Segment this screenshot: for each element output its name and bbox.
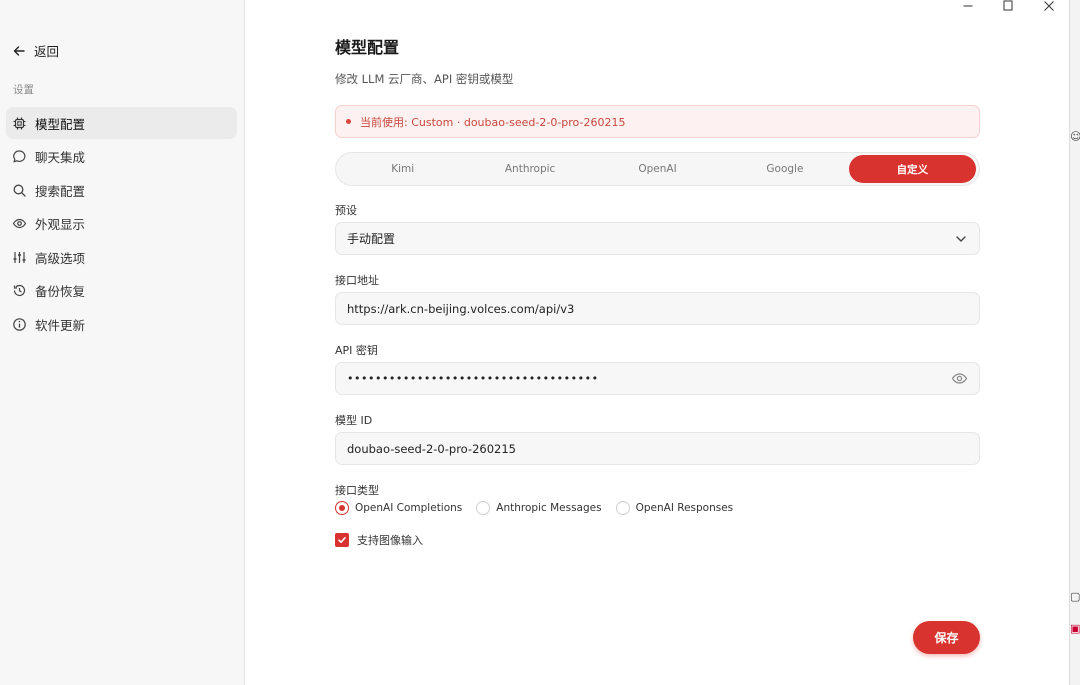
model-id-value: doubao-seed-2-0-pro-260215 xyxy=(347,441,516,456)
preset-select[interactable]: 手动配置 xyxy=(335,222,980,255)
api-key-value: •••••••••••••••••••••••••••••••••••• xyxy=(347,372,599,385)
api-key-label: API 密钥 xyxy=(335,344,378,357)
tab-google[interactable]: Google xyxy=(721,155,848,183)
page-subtitle: 修改 LLM 云厂商、API 密钥或模型 xyxy=(335,72,514,86)
sidebar-item-label: 模型配置 xyxy=(35,116,86,132)
background-window-edge xyxy=(1069,0,1080,685)
endpoint-value: https://ark.cn-beijing.volces.com/api/v3 xyxy=(347,301,575,316)
page-title: 模型配置 xyxy=(335,38,400,57)
tab-kimi[interactable]: Kimi xyxy=(339,155,466,183)
tab-anthropic[interactable]: Anthropic xyxy=(466,155,593,183)
sidebar-item-chat-integration[interactable]: 聊天集成 xyxy=(6,141,237,173)
image-input-label: 支持图像输入 xyxy=(357,534,423,547)
arrow-left-icon xyxy=(13,45,25,56)
sidebar-item-updates[interactable]: 软件更新 xyxy=(6,309,237,341)
checkbox-checked-icon xyxy=(335,533,349,547)
endpoint-input[interactable]: https://ark.cn-beijing.volces.com/api/v3 xyxy=(335,292,980,325)
preset-value: 手动配置 xyxy=(347,232,396,246)
sidebar: 返回 设置 模型配置 聊天集成 搜索配置 外观显示 高级选项 备份恢复 软件更新 xyxy=(0,0,245,685)
section-label: 设置 xyxy=(13,84,34,96)
api-type-label: 接口类型 xyxy=(335,484,379,497)
maximize-button[interactable] xyxy=(1000,0,1016,12)
sidebar-item-label: 外观显示 xyxy=(35,217,86,233)
minimize-icon xyxy=(963,5,973,7)
back-label: 返回 xyxy=(34,44,60,59)
model-id-input[interactable]: doubao-seed-2-0-pro-260215 xyxy=(335,432,980,465)
radio-label: Anthropic Messages xyxy=(496,502,602,514)
sidebar-item-search-config[interactable]: 搜索配置 xyxy=(6,174,237,206)
chat-bubble-icon xyxy=(13,150,26,163)
radio-label: OpenAI Completions xyxy=(355,502,463,514)
box-icon: ▢ xyxy=(1070,590,1080,603)
provider-tabs: Kimi Anthropic OpenAI Google 自定义 xyxy=(335,152,980,186)
radio-unchecked-icon xyxy=(615,501,630,515)
maximize-icon xyxy=(1003,0,1013,11)
radio-label: OpenAI Responses xyxy=(635,502,734,514)
api-key-input[interactable]: •••••••••••••••••••••••••••••••••••• xyxy=(335,362,980,395)
sidebar-item-backup[interactable]: 备份恢复 xyxy=(6,275,237,307)
red-box-icon: ▣ xyxy=(1070,622,1080,635)
sidebar-item-label: 备份恢复 xyxy=(35,284,86,300)
sidebar-item-label: 软件更新 xyxy=(35,318,86,334)
tab-openai[interactable]: OpenAI xyxy=(594,155,721,183)
preset-label: 预设 xyxy=(335,204,357,217)
notice-dot-icon xyxy=(346,119,351,124)
sidebar-item-model-config[interactable]: 模型配置 xyxy=(6,107,237,139)
tab-custom[interactable]: 自定义 xyxy=(848,155,977,183)
endpoint-label: 接口地址 xyxy=(335,274,379,287)
notice-text: 当前使用: Custom · doubao-seed-2-0-pro-26021… xyxy=(360,115,626,129)
image-input-checkbox[interactable]: 支持图像输入 xyxy=(335,532,423,548)
back-button[interactable]: 返回 xyxy=(12,41,59,60)
sidebar-item-label: 聊天集成 xyxy=(35,150,86,166)
model-id-label: 模型 ID xyxy=(335,414,373,427)
api-type-radio-group: OpenAI Completions Anthropic Messages Op… xyxy=(335,501,733,515)
current-model-notice: 当前使用: Custom · doubao-seed-2-0-pro-26021… xyxy=(335,105,980,138)
radio-checked-icon xyxy=(335,501,349,515)
minimize-button[interactable] xyxy=(960,0,976,12)
main-panel: 模型配置 修改 LLM 云厂商、API 密钥或模型 当前使用: Custom ·… xyxy=(245,0,1070,685)
sidebar-item-label: 搜索配置 xyxy=(35,183,86,199)
sidebar-item-advanced[interactable]: 高级选项 xyxy=(6,241,237,273)
info-icon xyxy=(13,318,26,331)
radio-anthropic-messages[interactable]: Anthropic Messages xyxy=(476,501,602,515)
save-button[interactable]: 保存 xyxy=(913,621,980,654)
close-icon xyxy=(1044,1,1054,11)
sliders-icon xyxy=(13,251,26,263)
search-icon xyxy=(13,184,26,197)
chip-icon xyxy=(13,117,26,129)
sidebar-item-label: 高级选项 xyxy=(35,250,86,266)
radio-openai-responses[interactable]: OpenAI Responses xyxy=(615,501,734,515)
radio-openai-completions[interactable]: OpenAI Completions xyxy=(335,501,462,515)
eye-icon xyxy=(12,219,27,229)
sidebar-item-appearance[interactable]: 外观显示 xyxy=(6,208,237,240)
eye-icon[interactable] xyxy=(951,370,968,387)
chevron-down-icon xyxy=(956,235,966,242)
history-icon xyxy=(13,285,26,297)
radio-unchecked-icon xyxy=(476,501,491,515)
close-button[interactable] xyxy=(1041,0,1057,12)
sidebar-nav: 模型配置 聊天集成 搜索配置 外观显示 高级选项 备份恢复 软件更新 xyxy=(6,107,237,342)
emoji-icon: ☺ xyxy=(1070,130,1080,143)
